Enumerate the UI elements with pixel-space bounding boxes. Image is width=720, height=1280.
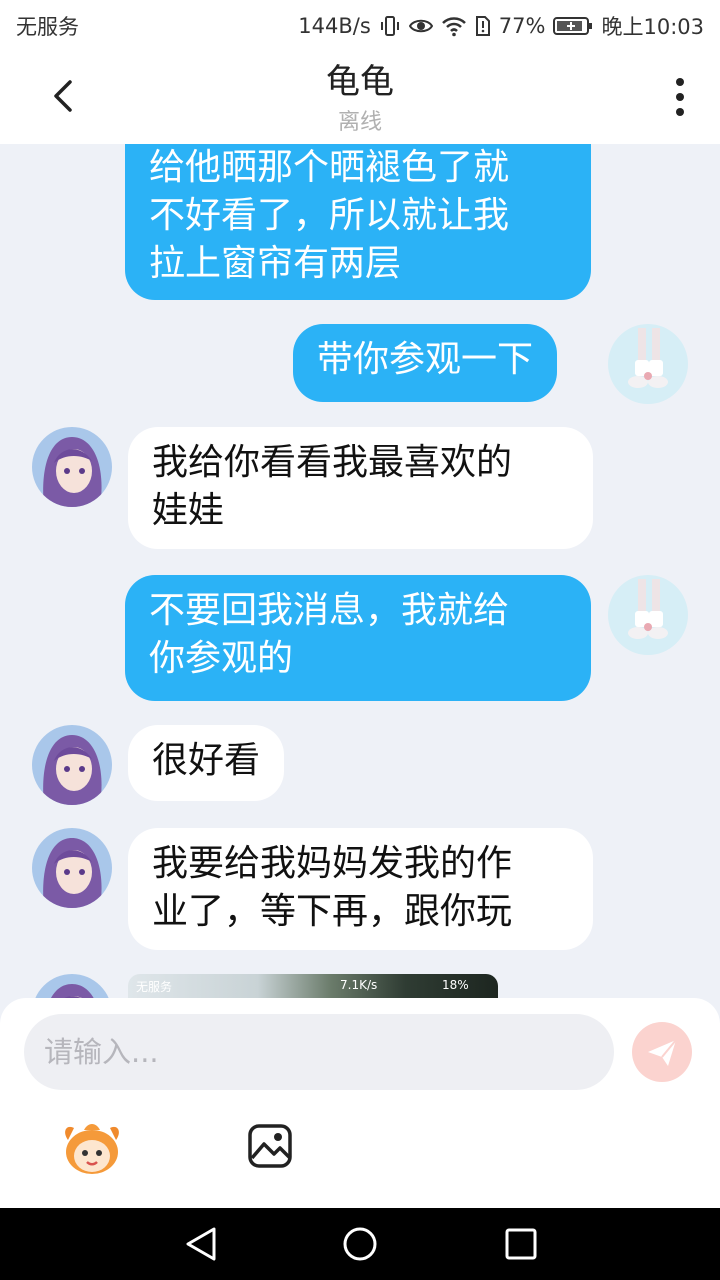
carrier-status: 无服务 — [16, 15, 79, 39]
send-icon — [648, 1039, 677, 1066]
message-text: 很好看 — [152, 740, 261, 781]
nav-back-icon — [186, 1227, 216, 1261]
image-icon — [248, 1124, 292, 1168]
nav-recent-button[interactable] — [504, 1226, 538, 1266]
eye-icon — [408, 15, 433, 37]
message-text-line: 不要回我消息，我就给 — [149, 590, 510, 631]
image-status-carrier: 无服务 — [136, 980, 173, 994]
message-input[interactable]: 请输入... — [24, 1014, 614, 1090]
contact-avatar[interactable] — [32, 427, 112, 507]
message-text-line: 你参观的 — [149, 638, 294, 679]
composer-panel: 请输入... — [0, 998, 720, 1208]
message-text-line: 不好看了，所以就让我 — [149, 195, 510, 236]
message-text-line: 业了，等下再，跟你玩 — [152, 891, 513, 932]
vibrate-icon — [379, 15, 401, 37]
contact-name: 龟龟 — [326, 62, 394, 102]
sim-alert-icon — [475, 15, 491, 37]
image-status-battery: 18% — [442, 978, 469, 992]
nav-recent-icon — [505, 1228, 537, 1260]
chat-header: 龟龟 离线 — [0, 48, 720, 144]
contact-avatar[interactable] — [32, 828, 112, 908]
status-bar: 无服务 144B/s 77% 晚上10:03 — [0, 0, 720, 48]
message-bubble-incoming[interactable]: 我给你看看我最喜欢的 娃娃 — [128, 427, 593, 549]
more-options-button[interactable] — [670, 74, 690, 120]
contact-avatar[interactable] — [32, 725, 112, 805]
message-text-line: 我要给我妈妈发我的作 — [152, 843, 513, 884]
emoji-button[interactable] — [60, 1118, 124, 1178]
message-list[interactable]: 给他晒那个晒褪色了就 不好看了，所以就让我 拉上窗帘有两层 带你参观一下 我给你… — [0, 144, 720, 1000]
message-text-line: 给他晒那个晒褪色了就 — [149, 147, 510, 188]
my-avatar[interactable] — [608, 575, 688, 655]
my-avatar[interactable] — [608, 324, 688, 404]
image-message[interactable]: 无服务 7.1K/s 18% — [128, 974, 498, 1000]
message-text-line: 我给你看看我最喜欢的 — [152, 442, 513, 483]
network-speed: 144B/s — [298, 14, 371, 38]
nav-back-button[interactable] — [184, 1226, 218, 1266]
message-text-line: 娃娃 — [152, 490, 225, 531]
send-button[interactable] — [632, 1022, 692, 1082]
emoji-mascot-icon — [65, 1124, 119, 1174]
clock: 晚上10:03 — [601, 15, 704, 39]
message-bubble-incoming[interactable]: 我要给我妈妈发我的作 业了，等下再，跟你玩 — [128, 828, 593, 950]
image-picker-button[interactable] — [246, 1122, 294, 1170]
contact-status: 离线 — [337, 110, 382, 135]
battery-percent: 77% — [498, 14, 546, 38]
nav-home-icon — [343, 1227, 377, 1261]
message-bubble-outgoing[interactable]: 不要回我消息，我就给 你参观的 — [125, 575, 591, 701]
contact-avatar[interactable] — [32, 974, 112, 1000]
message-text-line: 拉上窗帘有两层 — [149, 243, 402, 284]
image-status-speed: 7.1K/s — [340, 978, 378, 992]
battery-icon — [553, 15, 593, 37]
message-bubble-incoming[interactable]: 很好看 — [128, 725, 285, 801]
message-text: 带你参观一下 — [317, 339, 534, 380]
system-nav-bar — [0, 1208, 720, 1280]
nav-home-button[interactable] — [342, 1226, 378, 1266]
message-bubble-outgoing[interactable]: 给他晒那个晒褪色了就 不好看了，所以就让我 拉上窗帘有两层 — [125, 144, 591, 300]
more-vertical-icon — [676, 78, 684, 116]
message-bubble-outgoing[interactable]: 带你参观一下 — [293, 324, 558, 402]
wifi-icon — [441, 15, 467, 37]
